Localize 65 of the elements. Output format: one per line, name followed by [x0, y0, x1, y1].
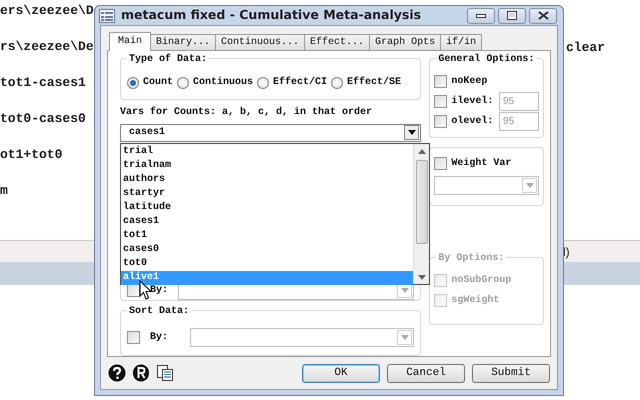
mouse-pointer-icon [139, 280, 152, 300]
list-item[interactable]: trial [121, 144, 413, 159]
checkbox-label: olevel: [451, 114, 494, 128]
list-item[interactable]: cases1 [121, 214, 413, 229]
checkbox-label: ilevel: [451, 94, 494, 108]
dialog-button[interactable]: OK [302, 364, 380, 382]
checkbox-label: Weight Var [451, 156, 512, 170]
radio-label: Count [143, 76, 174, 90]
tab[interactable]: if/in [440, 34, 482, 50]
copy-icon[interactable] [156, 364, 174, 382]
scroll-up-icon[interactable] [418, 146, 426, 157]
tab[interactable]: Graph Opts [369, 34, 442, 50]
radio-button[interactable] [257, 76, 270, 88]
radio-button[interactable] [127, 76, 139, 88]
maximize-button[interactable] [498, 8, 526, 24]
reset-icon[interactable] [132, 364, 150, 382]
checkbox-label: noSubGroup [451, 274, 512, 288]
checkbox[interactable] [434, 156, 448, 170]
dropdown-value: cases1 [129, 126, 166, 140]
minimize-button[interactable] [467, 8, 495, 24]
code-line: clear [566, 39, 606, 57]
tab[interactable]: Continuous... [215, 34, 306, 50]
dialog-button[interactable]: Submit [472, 364, 550, 382]
code-line: ot1+tot0 [0, 147, 62, 164]
tab[interactable]: Main [109, 32, 152, 51]
field-label: By: [150, 330, 168, 345]
list-item[interactable]: tot0 [121, 256, 413, 271]
form-icon [99, 8, 115, 22]
close-button[interactable] [529, 8, 557, 24]
scrollbar[interactable] [413, 144, 429, 284]
code-line: tot0-cases0 [0, 111, 86, 128]
radio-label: Effect/CI [273, 76, 328, 90]
radio-label: Effect/SE [347, 76, 402, 90]
checkbox-label: noKeep [451, 74, 488, 88]
checkbox[interactable] [127, 330, 140, 344]
tab[interactable]: Binary... [150, 34, 216, 50]
code-line: m [0, 183, 8, 200]
dropdown-field[interactable] [190, 328, 414, 347]
code-line: tot1-cases1 [0, 75, 86, 92]
dropdown-field[interactable] [434, 176, 539, 195]
field-label: By: [150, 284, 168, 298]
radio-button[interactable] [177, 76, 190, 88]
close-icon [538, 11, 548, 20]
code-line: ers\zeezee\D [0, 3, 94, 20]
radio-button[interactable] [331, 76, 344, 88]
list-item[interactable]: tot1 [121, 228, 413, 243]
checkbox[interactable] [434, 114, 448, 128]
list-item[interactable]: startyr [121, 186, 413, 201]
window-title: metacum fixed - Cumulative Meta-analysis [121, 6, 422, 24]
list-item[interactable]: latitude [121, 200, 413, 215]
checkbox[interactable] [434, 94, 448, 108]
field-label: Vars for Counts: a, b, c, d, in that order [120, 106, 374, 120]
tab[interactable]: Effect... [304, 34, 370, 50]
code-line: rs\zeezee\De [0, 39, 94, 56]
checkbox[interactable] [434, 74, 448, 88]
help-icon[interactable] [108, 364, 126, 382]
list-item[interactable]: cases0 [121, 242, 413, 257]
list-item[interactable]: authors [121, 172, 413, 187]
minimize-icon [476, 14, 486, 18]
radio-label: Continuous [193, 76, 254, 90]
maximize-icon [507, 11, 517, 20]
output-text: l) [563, 244, 570, 261]
list-item[interactable]: trialnam [121, 158, 413, 173]
checkbox-label: sgWeight [451, 294, 500, 308]
dialog-button[interactable]: Cancel [387, 364, 465, 382]
